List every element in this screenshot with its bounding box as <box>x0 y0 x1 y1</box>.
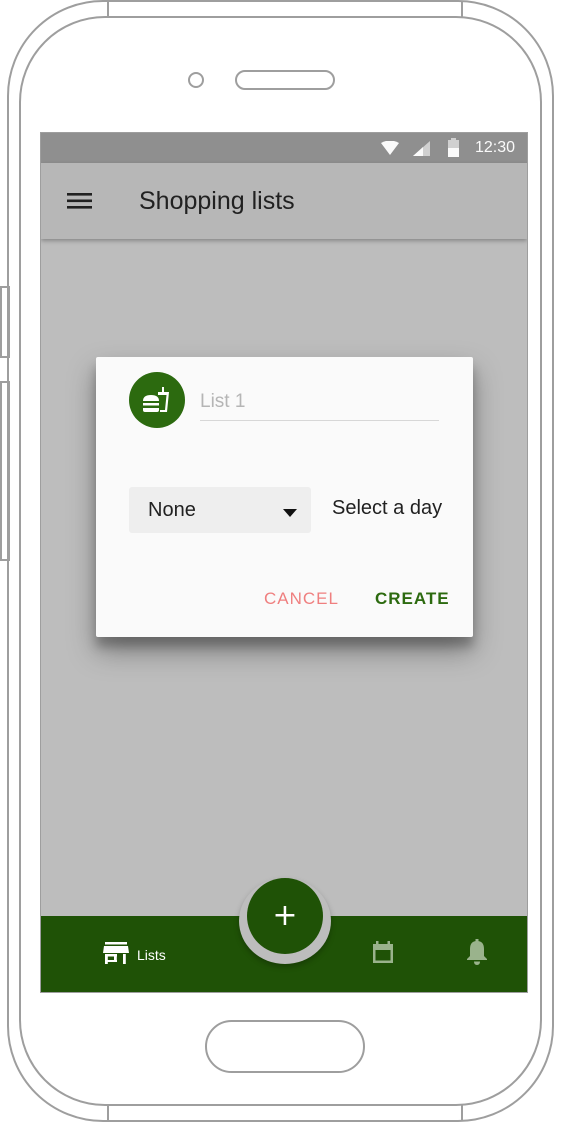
wifi-icon <box>381 141 399 155</box>
status-bar: 12:30 <box>41 133 527 163</box>
day-dropdown-value: None <box>148 499 196 521</box>
day-dropdown[interactable]: None <box>129 487 311 533</box>
nav-item-lists[interactable]: Lists <box>101 940 181 970</box>
fastfood-icon <box>143 387 169 412</box>
dropdown-arrow-icon <box>283 509 297 517</box>
store-icon <box>103 942 129 964</box>
app-bar: Shopping lists <box>41 163 527 239</box>
nav-label-lists: Lists <box>137 947 166 963</box>
signal-icon <box>413 141 430 156</box>
page-title: Shopping lists <box>139 187 295 215</box>
battery-icon <box>448 138 459 157</box>
hamburger-menu-icon[interactable] <box>67 190 93 212</box>
cancel-button[interactable]: CANCEL <box>264 589 339 609</box>
select-day-button[interactable]: Select a day <box>332 497 442 520</box>
list-avatar[interactable] <box>129 372 185 428</box>
nav-item-notifications[interactable] <box>465 939 493 967</box>
add-list-fab[interactable]: + <box>247 878 323 954</box>
create-list-dialog: None Select a day CANCEL CREATE <box>96 357 473 637</box>
list-name-input[interactable] <box>200 385 439 421</box>
app-screen: 12:30 Shopping lists None Select a day C… <box>41 133 527 992</box>
status-time: 12:30 <box>474 139 515 156</box>
create-button[interactable]: CREATE <box>375 589 450 609</box>
nav-item-calendar[interactable] <box>371 940 399 968</box>
bell-icon <box>467 939 487 965</box>
calendar-icon <box>373 941 393 963</box>
plus-icon: + <box>272 898 298 933</box>
